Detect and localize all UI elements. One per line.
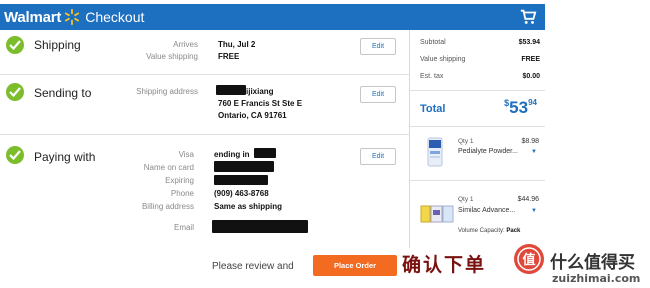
order-summary: Subtotal $53.94 Value shipping FREE Est.… — [410, 30, 545, 248]
total-value: $5394 — [504, 98, 537, 118]
cart-item[interactable]: Qty 1 $44.96 Similac Advance... ▼ — [410, 190, 545, 242]
item-price: $44.96 — [517, 196, 539, 203]
phone-value: (909) 463-8768 — [214, 189, 269, 198]
spark-icon — [65, 8, 80, 26]
subtotal-label: Subtotal — [420, 39, 446, 46]
card-ending: ending in — [214, 150, 250, 159]
subtotal-row: Subtotal $53.94 — [420, 39, 540, 46]
item-name: Similac Advance... — [458, 207, 516, 214]
shipping-section: Shipping Arrives Thu, Jul 2 Value shippi… — [0, 30, 410, 75]
edit-address-button[interactable]: Edit — [360, 86, 396, 103]
value-shipping-row: Value shipping FREE — [420, 56, 540, 63]
item-qty: Qty 1 — [458, 196, 474, 203]
value-shipping-label: Value shipping — [420, 56, 466, 63]
checkout-footer: Please review and Place Order 确认下单 值 什么值… — [0, 244, 650, 288]
chevron-down-icon[interactable]: ▼ — [531, 149, 537, 155]
chevron-down-icon[interactable]: ▼ — [531, 208, 537, 214]
cart-item[interactable]: Qty 1 $8.98 Pedialyte Powder... ▼ — [410, 134, 545, 178]
phone-label: Phone — [170, 189, 194, 198]
smzdm-logo-icon: 值 — [514, 244, 544, 274]
redacted-name — [216, 85, 246, 95]
total-label: Total — [420, 103, 446, 115]
arrives-value: Thu, Jul 2 — [218, 40, 256, 49]
total-dollars: 53 — [509, 98, 529, 117]
arrives-label: Arrives — [173, 40, 198, 49]
redacted-card-name — [214, 161, 274, 172]
logo-wordmark: Walmart — [4, 8, 62, 26]
check-icon — [6, 83, 24, 101]
checkout-header: Walmart Checkout — [0, 4, 545, 30]
section-title: Shipping — [34, 38, 81, 52]
billing-address-label: Billing address — [141, 202, 194, 211]
watermark-confirm-text: 确认下单 — [402, 254, 487, 276]
total-cents: 94 — [528, 98, 537, 107]
item-name: Pedialyte Powder... — [458, 148, 518, 155]
review-text: Please review and — [212, 261, 294, 272]
logo-char: 值 — [522, 252, 535, 268]
city-address: Ontario, CA 91761 — [218, 111, 287, 120]
redacted-card-number — [254, 148, 276, 158]
pedialyte-product-image — [427, 137, 443, 167]
walmart-logo[interactable]: Walmart Checkout — [4, 8, 144, 26]
watermark-site-name: 什么值得买 — [550, 253, 635, 273]
cart-icon[interactable] — [519, 8, 537, 26]
edit-shipping-button[interactable]: Edit — [360, 38, 396, 55]
item-price: $8.98 — [521, 138, 539, 145]
billing-address-value: Same as shipping — [214, 202, 283, 211]
tax-label: Est. tax — [420, 73, 444, 80]
name-on-card-label: Name on card — [143, 163, 194, 172]
checkout-details: Shipping Arrives Thu, Jul 2 Value shippi… — [0, 30, 410, 248]
value-shipping-label: Value shipping — [146, 52, 198, 61]
tax-row: Est. tax $0.00 — [420, 73, 540, 80]
volume-value: Pack — [506, 228, 521, 234]
similac-product-image — [420, 205, 454, 223]
expiring-label: Expiring — [165, 176, 194, 185]
shipping-address-label: Shipping address — [136, 87, 198, 96]
watermark-site-url: zuizhimai.com — [552, 272, 641, 285]
tax-value: $0.00 — [522, 73, 540, 80]
subtotal-value: $53.94 — [518, 39, 540, 46]
payment-section: Paying with Visa ending in Name on card … — [0, 135, 410, 247]
item-qty: Qty 1 — [458, 138, 474, 145]
divider — [410, 90, 545, 91]
redacted-email — [212, 220, 308, 233]
divider — [410, 126, 545, 127]
volume-capacity: Volume Capacity: Pack — [458, 228, 520, 234]
divider — [410, 180, 545, 181]
street-address: 760 E Francis St Ste E — [218, 99, 303, 108]
page-title: Checkout — [85, 9, 145, 25]
place-order-button[interactable]: Place Order — [313, 255, 397, 276]
recipient-name: ijixiang — [246, 87, 274, 96]
card-type-label: Visa — [178, 150, 194, 159]
value-shipping-value: FREE — [521, 56, 540, 63]
check-icon — [6, 36, 24, 54]
redacted-expiry — [214, 175, 268, 185]
check-icon — [6, 146, 24, 164]
value-shipping-value: FREE — [218, 52, 240, 61]
sending-section: Sending to Shipping address ijixiang 760… — [0, 75, 410, 135]
edit-payment-button[interactable]: Edit — [360, 148, 396, 165]
email-label: Email — [173, 223, 194, 232]
volume-label: Volume Capacity: — [458, 228, 505, 234]
